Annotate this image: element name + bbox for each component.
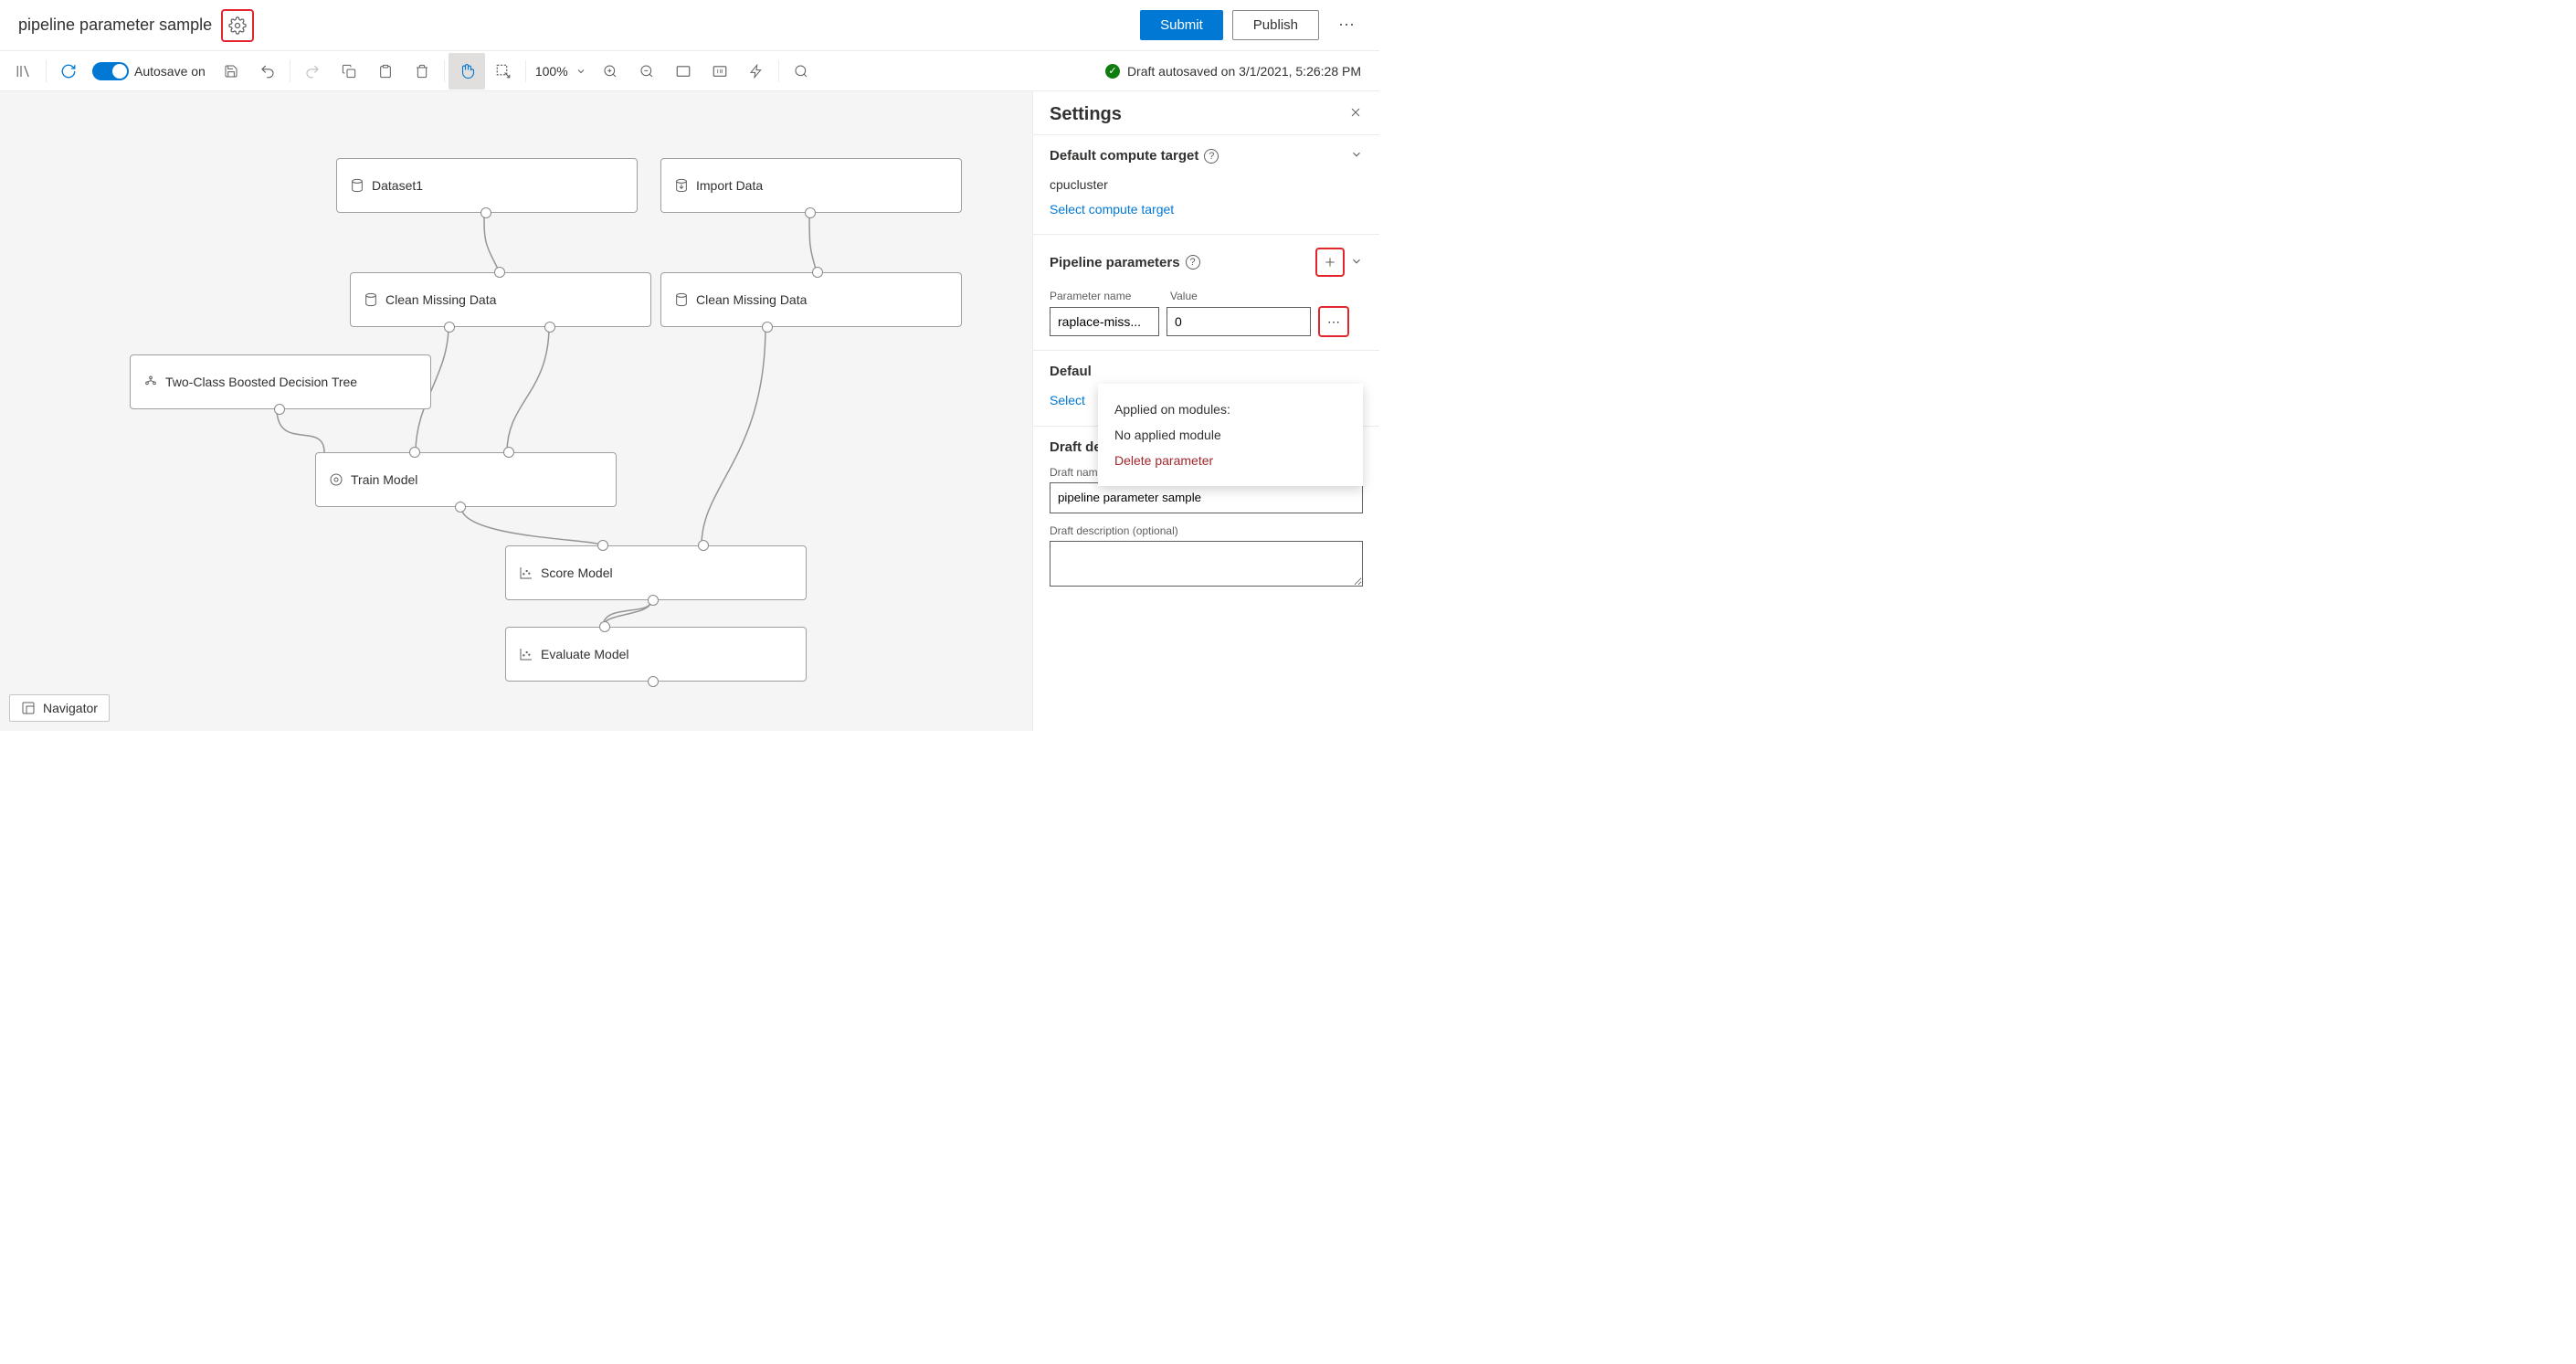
param-value-header: Value: [1170, 290, 1198, 302]
help-icon[interactable]: ?: [1204, 149, 1219, 164]
import-icon: [674, 178, 689, 193]
gear-small-icon: [329, 472, 343, 487]
zoom-value: 100%: [535, 64, 568, 79]
node-import-data[interactable]: Import Data: [660, 158, 962, 213]
delete-icon[interactable]: [404, 53, 440, 90]
zoom-in-icon[interactable]: [592, 53, 628, 90]
copy-icon[interactable]: [331, 53, 367, 90]
draft-desc-input[interactable]: [1050, 541, 1363, 587]
node-clean-missing-1[interactable]: Clean Missing Data: [350, 272, 651, 327]
canvas[interactable]: Dataset1 Import Data Clean Missing Data …: [0, 91, 1032, 731]
close-icon[interactable]: [1348, 104, 1363, 125]
node-label: Two-Class Boosted Decision Tree: [165, 375, 357, 389]
node-label: Score Model: [541, 566, 613, 580]
node-label: Train Model: [351, 472, 417, 487]
compute-value: cpucluster: [1050, 173, 1363, 197]
redo-icon[interactable]: [294, 53, 331, 90]
gear-icon: [228, 16, 247, 35]
paste-icon[interactable]: [367, 53, 404, 90]
database-icon: [350, 178, 364, 193]
datastore-section-title-fragment: Defaul: [1050, 364, 1092, 379]
compute-section: Default compute target ? cpucluster Sele…: [1033, 134, 1379, 234]
check-circle-icon: ✓: [1105, 64, 1120, 79]
autosave-label: Autosave on: [134, 64, 206, 79]
node-label: Evaluate Model: [541, 647, 629, 661]
param-name-input[interactable]: [1050, 307, 1159, 336]
param-name-header: Parameter name: [1050, 290, 1159, 302]
status-bar: ✓ Draft autosaved on 3/1/2021, 5:26:28 P…: [1105, 64, 1374, 79]
node-score-model[interactable]: Score Model: [505, 545, 807, 600]
broom-icon: [364, 292, 378, 307]
node-clean-missing-2[interactable]: Clean Missing Data: [660, 272, 962, 327]
node-train-model[interactable]: Train Model: [315, 452, 617, 507]
flyout-applied-label: Applied on modules:: [1114, 397, 1346, 422]
toolbar: Autosave on 100%: [0, 51, 1379, 91]
compute-section-title: Default compute target: [1050, 148, 1198, 164]
param-value-input[interactable]: [1167, 307, 1311, 336]
navigator-button[interactable]: Navigator: [9, 694, 110, 722]
actual-size-icon[interactable]: [702, 53, 738, 90]
help-icon[interactable]: ?: [1186, 255, 1200, 270]
add-parameter-button[interactable]: [1315, 248, 1345, 277]
panel-title: Settings: [1050, 104, 1122, 125]
settings-panel: Settings Default compute target ? cpuclu…: [1032, 91, 1379, 731]
publish-button[interactable]: Publish: [1232, 10, 1319, 40]
param-context-menu: Applied on modules: No applied module De…: [1098, 384, 1363, 486]
auto-layout-icon[interactable]: [738, 53, 775, 90]
scatter-icon: [519, 566, 533, 580]
navigator-icon: [21, 701, 36, 715]
status-text: Draft autosaved on 3/1/2021, 5:26:28 PM: [1127, 64, 1361, 79]
autosave-toggle[interactable]: [92, 62, 129, 80]
undo-icon[interactable]: [249, 53, 286, 90]
zoom-dropdown[interactable]: [570, 53, 592, 90]
node-label: Dataset1: [372, 178, 423, 193]
node-label: Import Data: [696, 178, 763, 193]
chevron-down-icon[interactable]: [1350, 255, 1363, 270]
header-more-button[interactable]: ⋯: [1332, 11, 1361, 40]
pipeline-params-section: Pipeline parameters ? Parameter name Val…: [1033, 234, 1379, 350]
zoom-out-icon[interactable]: [628, 53, 665, 90]
chart-icon: [519, 647, 533, 661]
select-icon[interactable]: [485, 53, 522, 90]
fit-icon[interactable]: [665, 53, 702, 90]
chevron-down-icon[interactable]: [1350, 148, 1363, 164]
param-more-button[interactable]: ⋯: [1318, 306, 1349, 337]
select-datastore-link-fragment[interactable]: Select: [1050, 393, 1085, 407]
submit-button[interactable]: Submit: [1140, 10, 1223, 40]
pan-icon[interactable]: [449, 53, 485, 90]
header-bar: pipeline parameter sample Submit Publish…: [0, 0, 1379, 51]
select-compute-link[interactable]: Select compute target: [1050, 197, 1363, 222]
navigator-label: Navigator: [43, 701, 98, 715]
settings-gear-button[interactable]: [221, 9, 254, 42]
library-icon[interactable]: [5, 53, 42, 90]
flyout-none-label: No applied module: [1114, 422, 1346, 448]
delete-parameter-button[interactable]: Delete parameter: [1114, 448, 1346, 473]
tree-icon: [143, 375, 158, 389]
node-dataset1[interactable]: Dataset1: [336, 158, 638, 213]
node-evaluate-model[interactable]: Evaluate Model: [505, 627, 807, 682]
refresh-icon[interactable]: [50, 53, 87, 90]
search-icon[interactable]: [783, 53, 819, 90]
draft-desc-label: Draft description (optional): [1050, 524, 1363, 537]
params-section-title: Pipeline parameters: [1050, 255, 1180, 270]
node-two-class-tree[interactable]: Two-Class Boosted Decision Tree: [130, 354, 431, 409]
node-label: Clean Missing Data: [696, 292, 807, 307]
node-label: Clean Missing Data: [385, 292, 496, 307]
save-icon[interactable]: [213, 53, 249, 90]
broom-icon: [674, 292, 689, 307]
page-title: pipeline parameter sample: [18, 16, 212, 35]
draft-name-input[interactable]: [1050, 482, 1363, 513]
